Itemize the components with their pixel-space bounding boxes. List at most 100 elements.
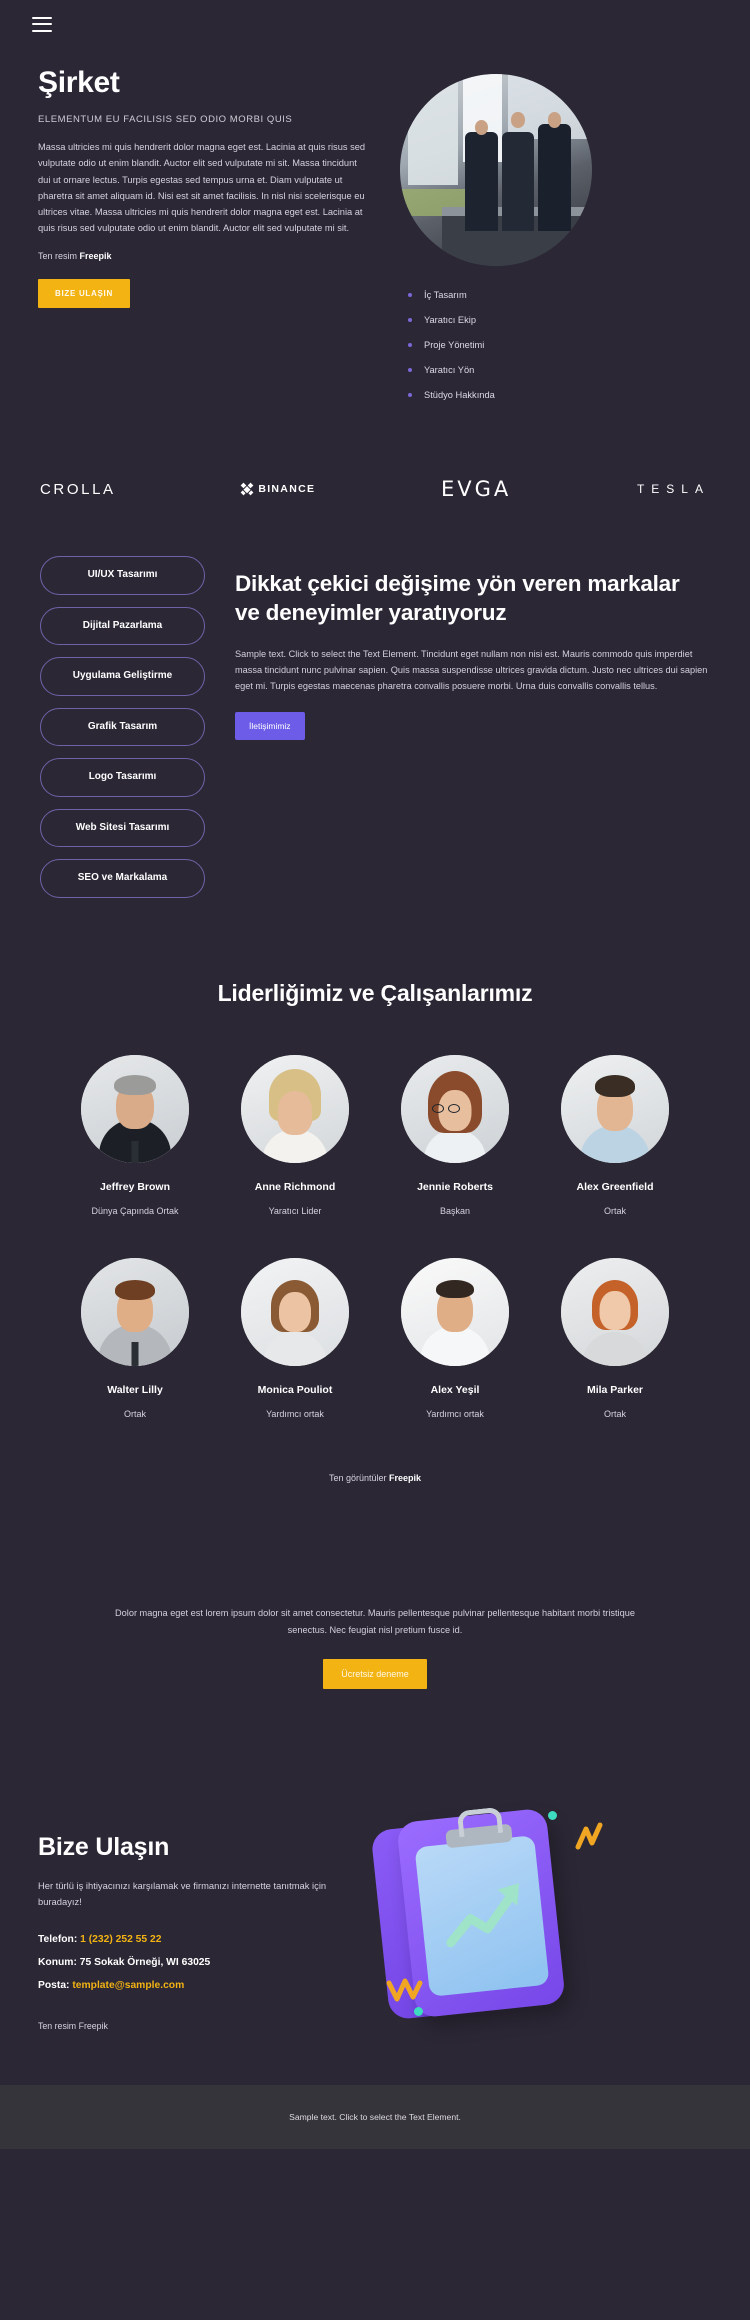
team-row-1: Jeffrey Brown Dünya Çapında Ortak Anne R… (0, 1007, 750, 1216)
contact-section: Bize Ulaşın Her türlü iş ihtiyacınızı ka… (0, 1689, 750, 2049)
contact-image-credit: Ten resim Freepik (38, 2021, 108, 2032)
contact-phone-value[interactable]: 1 (232) 252 55 22 (80, 1934, 161, 1945)
hero-photo (400, 74, 592, 266)
list-item[interactable]: Stüdyo Hakkında (408, 382, 642, 407)
page-footer: Sample text. Click to select the Text El… (0, 2084, 750, 2149)
member-role: Başkan (439, 1205, 471, 1216)
logo-binance-text: BINANCE (258, 483, 316, 495)
list-item[interactable]: İç Tasarım (408, 282, 642, 307)
hero-text-column: Şirket ELEMENTUM EU FACILISIS SED ODIO M… (38, 66, 368, 407)
team-credit-prefix: Ten görüntüler (328, 1472, 390, 1483)
member-name: Walter Lilly (107, 1383, 163, 1396)
footer-text: Sample text. Click to select the Text El… (289, 2111, 461, 2122)
contact-us-button[interactable]: BIZE ULAŞIN (38, 278, 130, 308)
cta-section: Dolor magna eget est lorem ipsum dolor s… (0, 1483, 750, 1689)
member-role: Ortak (603, 1408, 626, 1419)
member-role: Dünya Çapında Ortak (91, 1205, 179, 1216)
logo-tesla-text: TESLA (636, 482, 710, 496)
sparkle-dot-icon (414, 2006, 423, 2016)
avatar (561, 1257, 669, 1366)
logo-tesla: TESLA (637, 482, 710, 496)
team-heading: Liderliğimiz ve Çalışanlarımız (217, 979, 533, 1006)
member-name: Jeffrey Brown (99, 1180, 171, 1193)
services-body-text: Sample text. Click to select the Text El… (235, 648, 708, 691)
clipboard-chart-illustration (370, 1806, 603, 2022)
page-root: Şirket ELEMENTUM EU FACILISIS SED ODIO M… (0, 0, 750, 2149)
team-member-card[interactable]: Jennie Roberts Başkan (394, 1054, 516, 1216)
avatar (401, 1257, 509, 1366)
member-role: Ortak (123, 1408, 146, 1419)
member-role: Yaratıcı Lider (268, 1205, 322, 1216)
contact-intro-text: Her türlü iş ihtiyacınızı karşılamak ve … (38, 1879, 327, 1907)
avatar (401, 1054, 509, 1163)
hero-image-credit: Ten resim Freepik (38, 251, 368, 261)
member-role: Ortak (603, 1205, 626, 1216)
service-pill-logo-design[interactable]: Logo Tasarımı (40, 758, 205, 797)
service-pill-app-development[interactable]: Uygulama Geliştirme (40, 657, 205, 696)
services-section: UI/UX Tasarımı Dijital Pazarlama Uygulam… (0, 501, 750, 898)
logo-crolla-text: CROLLA (40, 480, 116, 498)
service-pill-graphic-design[interactable]: Grafik Tasarım (40, 707, 205, 746)
logo-crolla: CROLLA (40, 481, 116, 498)
team-image-credit: Ten görüntüler Freepik (0, 1419, 750, 1483)
member-name: Alex Greenfield (576, 1180, 654, 1193)
list-item[interactable]: Yaratıcı Ekip (408, 307, 642, 332)
avatar (241, 1054, 349, 1163)
hamburger-menu-icon[interactable] (32, 16, 52, 32)
team-member-card[interactable]: Monica Pouliot Yardımcı ortak (234, 1257, 356, 1419)
team-member-card[interactable]: Alex Yeşil Yardımcı ortak (394, 1257, 516, 1419)
hero-service-list: İç Tasarım Yaratıcı Ekip Proje Yönetimi … (408, 282, 642, 407)
contact-phone-row: Telefon: 1 (232) 252 55 22 (38, 1934, 348, 1945)
service-pill-list: UI/UX Tasarımı Dijital Pazarlama Uygulam… (40, 556, 205, 898)
avatar (81, 1054, 189, 1163)
team-credit-brand: Freepik (389, 1472, 422, 1483)
service-pill-uiux[interactable]: UI/UX Tasarımı (40, 556, 205, 595)
services-heading: Dikkat çekici değişime yön veren markala… (235, 571, 680, 625)
cta-text: Dolor magna eget est lorem ipsum dolor s… (115, 1607, 635, 1635)
service-pill-digital-marketing[interactable]: Dijital Pazarlama (40, 606, 205, 645)
hero-section: Şirket ELEMENTUM EU FACILISIS SED ODIO M… (0, 48, 750, 407)
member-name: Jennie Roberts (417, 1180, 493, 1193)
top-navigation-bar (0, 0, 750, 48)
contact-location-row: Konum: 75 Sokak Örneği, WI 63025 (38, 1957, 348, 1968)
hero-body-text: Massa ultricies mi quis hendrerit dolor … (38, 142, 366, 234)
team-member-card[interactable]: Jeffrey Brown Dünya Çapında Ortak (74, 1054, 196, 1216)
member-name: Anne Richmond (254, 1180, 336, 1193)
member-name: Mila Parker (586, 1383, 644, 1396)
service-pill-website-design[interactable]: Web Sitesi Tasarımı (40, 808, 205, 847)
contact-location-label: Konum: (38, 1957, 80, 1969)
list-item[interactable]: Proje Yönetimi (408, 332, 642, 357)
contact-email-label: Posta: (38, 1980, 73, 1992)
avatar (561, 1054, 669, 1163)
hero-subtitle: ELEMENTUM EU FACILISIS SED ODIO MORBI QU… (38, 114, 293, 125)
team-member-card[interactable]: Anne Richmond Yaratıcı Lider (234, 1054, 356, 1216)
hero-media-column: İç Tasarım Yaratıcı Ekip Proje Yönetimi … (392, 66, 642, 407)
logo-evga-text: EVGA (440, 477, 512, 501)
logo-evga: EVGA (441, 477, 511, 501)
sparkle-dot-icon (548, 1810, 557, 1820)
contact-location-value: 75 Sokak Örneği, WI 63025 (79, 1957, 211, 1969)
member-role: Yardımcı ortak (426, 1408, 484, 1419)
free-trial-button[interactable]: Ücretsiz deneme (323, 1658, 427, 1689)
binance-diamond-icon (239, 481, 256, 498)
member-name: Monica Pouliot (257, 1383, 333, 1396)
team-member-card[interactable]: Alex Greenfield Ortak (554, 1054, 676, 1216)
member-role: Yardımcı ortak (266, 1408, 324, 1419)
page-title: Şirket (38, 66, 120, 99)
team-member-card[interactable]: Mila Parker Ortak (554, 1257, 676, 1419)
hero-credit-prefix: Ten resim (38, 250, 80, 261)
our-contact-button[interactable]: İletişimimiz (235, 711, 305, 740)
contact-heading: Bize Ulaşın (38, 1832, 170, 1861)
service-pill-seo-branding[interactable]: SEO ve Markalama (40, 859, 205, 898)
squiggle-icon (575, 1822, 603, 1850)
logo-binance: BINANCE (239, 481, 316, 498)
contact-text-column: Bize Ulaşın Her türlü iş ihtiyacınızı ka… (38, 1789, 348, 2049)
growth-arrow-icon (446, 1882, 519, 1947)
team-member-card[interactable]: Walter Lilly Ortak (74, 1257, 196, 1419)
avatar (241, 1257, 349, 1366)
list-item[interactable]: Yaratıcı Yön (408, 357, 642, 382)
hero-credit-brand: Freepik (79, 250, 112, 261)
avatar (81, 1257, 189, 1366)
contact-email-value[interactable]: template@sample.com (72, 1980, 184, 1991)
contact-email-row: Posta: template@sample.com (38, 1980, 348, 1991)
